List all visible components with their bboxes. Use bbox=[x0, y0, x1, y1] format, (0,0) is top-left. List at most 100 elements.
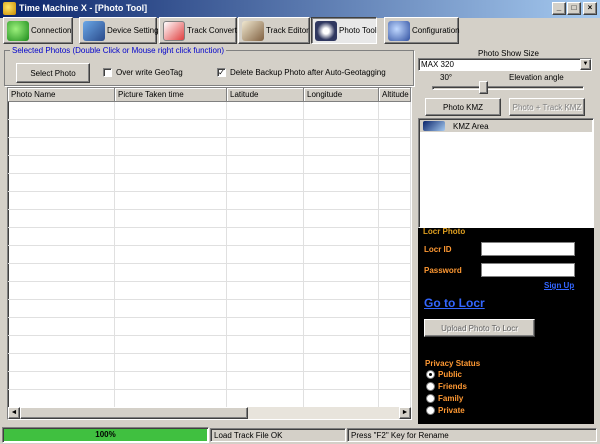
table-cell[interactable] bbox=[115, 174, 227, 192]
photo-table[interactable]: Photo Name Picture Taken time Latitude L… bbox=[7, 87, 412, 420]
locr-id-input[interactable] bbox=[481, 242, 575, 256]
table-cell[interactable] bbox=[8, 138, 115, 156]
tab-track-editor[interactable]: Track Editor bbox=[238, 17, 310, 44]
table-cell[interactable] bbox=[227, 336, 304, 354]
table-cell[interactable] bbox=[227, 264, 304, 282]
table-row[interactable] bbox=[8, 300, 411, 318]
table-row[interactable] bbox=[8, 102, 411, 120]
table-cell[interactable] bbox=[227, 156, 304, 174]
list-item[interactable]: KMZ Area bbox=[420, 120, 592, 132]
table-cell[interactable] bbox=[115, 390, 227, 407]
table-cell[interactable] bbox=[115, 336, 227, 354]
table-body[interactable] bbox=[8, 102, 411, 407]
table-cell[interactable] bbox=[8, 192, 115, 210]
table-cell[interactable] bbox=[8, 246, 115, 264]
table-row[interactable] bbox=[8, 246, 411, 264]
table-cell[interactable] bbox=[227, 282, 304, 300]
table-cell[interactable] bbox=[227, 120, 304, 138]
table-cell[interactable] bbox=[304, 354, 379, 372]
table-cell[interactable] bbox=[379, 354, 411, 372]
table-cell[interactable] bbox=[227, 210, 304, 228]
table-cell[interactable] bbox=[379, 282, 411, 300]
table-cell[interactable] bbox=[304, 156, 379, 174]
table-cell[interactable] bbox=[379, 138, 411, 156]
table-cell[interactable] bbox=[304, 228, 379, 246]
table-cell[interactable] bbox=[304, 300, 379, 318]
table-cell[interactable] bbox=[379, 300, 411, 318]
table-cell[interactable] bbox=[379, 120, 411, 138]
table-cell[interactable] bbox=[115, 156, 227, 174]
select-photo-button[interactable]: Select Photo bbox=[16, 63, 90, 83]
table-cell[interactable] bbox=[227, 354, 304, 372]
table-cell[interactable] bbox=[304, 264, 379, 282]
table-cell[interactable] bbox=[379, 264, 411, 282]
table-cell[interactable] bbox=[379, 390, 411, 407]
sign-up-link[interactable]: Sign Up bbox=[544, 281, 574, 290]
scroll-left-button[interactable]: ◄ bbox=[8, 407, 20, 419]
table-cell[interactable] bbox=[8, 228, 115, 246]
table-row[interactable] bbox=[8, 120, 411, 138]
privacy-public-radio[interactable] bbox=[426, 370, 435, 379]
column-longitude[interactable]: Longitude bbox=[304, 88, 379, 102]
table-cell[interactable] bbox=[115, 228, 227, 246]
table-cell[interactable] bbox=[304, 138, 379, 156]
close-button[interactable]: × bbox=[583, 2, 597, 15]
title-bar[interactable]: Time Machine X - [Photo Tool] _ □ × bbox=[0, 0, 600, 18]
privacy-family-radio[interactable] bbox=[426, 394, 435, 403]
table-cell[interactable] bbox=[227, 372, 304, 390]
elevation-slider-thumb[interactable] bbox=[479, 81, 488, 94]
table-cell[interactable] bbox=[115, 120, 227, 138]
minimize-button[interactable]: _ bbox=[552, 2, 566, 15]
table-cell[interactable] bbox=[379, 210, 411, 228]
table-row[interactable] bbox=[8, 318, 411, 336]
table-cell[interactable] bbox=[227, 318, 304, 336]
table-row[interactable] bbox=[8, 228, 411, 246]
elevation-slider-track[interactable] bbox=[432, 86, 584, 90]
scroll-thumb[interactable] bbox=[20, 407, 248, 419]
scroll-right-button[interactable]: ► bbox=[399, 407, 411, 419]
column-photo-name[interactable]: Photo Name bbox=[8, 88, 115, 102]
table-cell[interactable] bbox=[379, 192, 411, 210]
table-row[interactable] bbox=[8, 156, 411, 174]
table-cell[interactable] bbox=[379, 174, 411, 192]
go-to-locr-link[interactable]: Go to Locr bbox=[424, 296, 485, 310]
photo-size-select[interactable]: MAX 320 ▼ bbox=[418, 58, 592, 71]
table-cell[interactable] bbox=[8, 174, 115, 192]
table-cell[interactable] bbox=[379, 372, 411, 390]
delete-backup-checkbox[interactable]: ✓ bbox=[217, 68, 226, 77]
upload-photo-button[interactable]: Upload Photo To Locr bbox=[424, 319, 535, 337]
table-row[interactable] bbox=[8, 174, 411, 192]
table-cell[interactable] bbox=[227, 390, 304, 407]
table-row[interactable] bbox=[8, 264, 411, 282]
table-cell[interactable] bbox=[115, 318, 227, 336]
table-cell[interactable] bbox=[379, 228, 411, 246]
table-cell[interactable] bbox=[8, 336, 115, 354]
kmz-area-list[interactable]: KMZ Area bbox=[418, 118, 594, 228]
privacy-private-radio[interactable] bbox=[426, 406, 435, 415]
table-cell[interactable] bbox=[304, 318, 379, 336]
table-cell[interactable] bbox=[115, 354, 227, 372]
table-cell[interactable] bbox=[115, 192, 227, 210]
tab-configuration[interactable]: Configuration bbox=[384, 17, 460, 44]
table-cell[interactable] bbox=[304, 174, 379, 192]
table-cell[interactable] bbox=[115, 300, 227, 318]
table-cell[interactable] bbox=[8, 318, 115, 336]
table-cell[interactable] bbox=[304, 120, 379, 138]
table-cell[interactable] bbox=[115, 102, 227, 120]
table-row[interactable] bbox=[8, 372, 411, 390]
table-cell[interactable] bbox=[227, 228, 304, 246]
table-row[interactable] bbox=[8, 138, 411, 156]
table-row[interactable] bbox=[8, 336, 411, 354]
column-altitude[interactable]: Altitude bbox=[379, 88, 411, 102]
table-cell[interactable] bbox=[8, 264, 115, 282]
table-cell[interactable] bbox=[115, 264, 227, 282]
table-cell[interactable] bbox=[115, 210, 227, 228]
table-cell[interactable] bbox=[227, 102, 304, 120]
table-row[interactable] bbox=[8, 390, 411, 407]
column-picture-taken-time[interactable]: Picture Taken time bbox=[115, 88, 227, 102]
table-cell[interactable] bbox=[379, 246, 411, 264]
table-cell[interactable] bbox=[8, 156, 115, 174]
table-cell[interactable] bbox=[8, 300, 115, 318]
table-cell[interactable] bbox=[115, 282, 227, 300]
table-cell[interactable] bbox=[379, 336, 411, 354]
